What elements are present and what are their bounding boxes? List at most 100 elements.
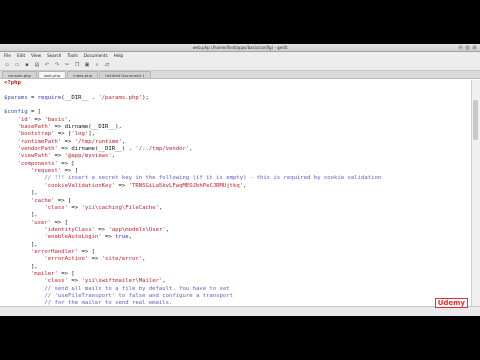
code-token: 'vendorPath' — [4, 146, 58, 153]
print-icon[interactable]: ▤ — [33, 61, 41, 69]
maximize-icon[interactable]: □ — [465, 45, 470, 50]
code-token: 'log' — [71, 131, 89, 138]
new-file-icon[interactable]: ▫ — [3, 61, 11, 69]
code-token: 'mailer' — [4, 270, 58, 277]
code-token: true — [115, 234, 129, 241]
copy-icon[interactable]: ❐ — [73, 61, 81, 69]
window-titlebar: web.php (/home/ifset/apps/basic/config) … — [0, 44, 480, 52]
code-token: 'errorAction' — [4, 256, 89, 263]
code-token: => — [51, 124, 65, 131]
code-token: => — [57, 146, 72, 153]
code-token: => — [68, 204, 82, 211]
code-token: => [ — [54, 197, 72, 204]
code-token: // 'useFileTransport' to false and confi… — [4, 292, 234, 299]
code-token: 'components' — [4, 160, 58, 167]
code-line: 'request' => [ — [0, 168, 470, 175]
code-token: , — [189, 146, 193, 153]
menu-item-edit[interactable]: Edit — [17, 52, 25, 59]
code-token: , — [162, 278, 166, 285]
code-token: => [ — [57, 270, 75, 277]
code-line: // send all mails to a file by default. … — [0, 286, 470, 293]
menu-item-view[interactable]: View — [31, 52, 41, 59]
code-line: 'cookieValidationKey' => 'TRN5GiLa5kvLFw… — [0, 183, 470, 190]
code-token: , — [142, 256, 146, 263]
code-token: 'cookieValidationKey' — [4, 182, 116, 189]
code-token: 'identityClass' — [4, 226, 95, 233]
code-token: 'yii\swiftmailer\Mailer' — [81, 278, 163, 285]
code-token: => — [101, 234, 116, 241]
minimize-icon[interactable]: – — [458, 45, 463, 50]
udemy-logo: Udemy — [434, 298, 468, 308]
code-line: 'bootstrap' => ['log'], — [0, 131, 470, 138]
code-token: => [ — [54, 131, 72, 138]
toolbar: ▫ ▭ ▪ ▤ ↶ ↷ ✂ ❐ ▣ ⌕ ⇄ — [0, 59, 480, 71]
code-token: require — [37, 94, 62, 101]
vertical-scrollbar[interactable] — [471, 80, 480, 306]
redo-icon[interactable]: ↷ — [53, 61, 61, 69]
code-token: 'basic' — [44, 116, 69, 123]
code-line: 'user' => [ — [0, 220, 470, 227]
menu-item-tools[interactable]: Tools — [67, 52, 77, 59]
code-token: 'cache' — [4, 197, 55, 204]
scrollbar-thumb[interactable] — [473, 100, 478, 140]
tab-index-php[interactable]: index.php — [67, 71, 99, 78]
code-line: 'runtimePath' => '/tmp/runtime', — [0, 139, 470, 146]
code-token: => [ — [57, 160, 75, 167]
code-line: ], — [0, 242, 470, 249]
code-token: = [ — [27, 109, 42, 116]
code-token: => — [115, 182, 129, 189]
code-line: 'basePath' => dirname(__DIR__), — [0, 124, 470, 131]
code-token: // send all mails to a file by default. … — [4, 285, 230, 292]
close-icon[interactable]: × — [472, 45, 477, 50]
window-title: web.php (/home/ifset/apps/basic/config) … — [192, 45, 288, 50]
code-token: 'basePath' — [4, 124, 52, 131]
code-token: 'user' — [4, 219, 52, 226]
code-token: 'errorHandler' — [4, 248, 79, 255]
tab-untitled-document-1[interactable]: Untitled Document 1 — [99, 71, 151, 78]
undo-icon[interactable]: ↶ — [43, 61, 51, 69]
code-token: '/../tmp/vendor' — [135, 146, 190, 153]
code-editor[interactable]: <?php $params = require(__DIR__ . '/para… — [0, 80, 470, 306]
code-token: 'viewPath' — [4, 153, 52, 160]
code-token: 'app\models\User' — [108, 226, 166, 233]
app-screen: web.php (/home/ifset/apps/basic/config) … — [0, 44, 480, 316]
code-line: 'viewPath' => '@app/myviews', — [0, 153, 470, 160]
search-icon[interactable]: ⌕ — [93, 61, 101, 69]
replace-icon[interactable]: ⇄ — [103, 61, 111, 69]
status-bar — [0, 306, 480, 316]
code-token: , — [165, 226, 170, 233]
open-file-icon[interactable]: ▭ — [13, 61, 21, 69]
code-token: , — [158, 204, 163, 211]
tab-web-php[interactable]: web.php — [37, 71, 67, 78]
code-token: dirname(__DIR__) . — [71, 146, 136, 153]
code-token: '@app/myviews' — [64, 153, 112, 160]
code-line: <?php — [0, 80, 470, 87]
code-token: '/tmp/runtime' — [74, 138, 122, 145]
code-token: , — [121, 138, 126, 145]
code-token: => — [30, 116, 45, 123]
cut-icon[interactable]: ✂ — [63, 61, 71, 69]
code-token: => — [68, 278, 82, 285]
code-line: 'cache' => [ — [0, 198, 470, 205]
code-line: 'mailer' => [ — [0, 271, 470, 278]
tab-console-php[interactable]: console.php — [2, 71, 37, 78]
code-token: , — [68, 116, 72, 123]
code-token: 'class' — [4, 204, 68, 211]
code-token: 'class' — [4, 278, 68, 285]
menu-item-documents[interactable]: Documents — [84, 52, 108, 59]
code-token: ); — [142, 94, 149, 101]
code-token: ], — [4, 241, 38, 248]
save-icon[interactable]: ▪ — [23, 61, 31, 69]
code-token: dirname(__DIR__), — [64, 124, 122, 131]
menu-item-search[interactable]: Search — [47, 52, 61, 59]
code-token: $config — [4, 109, 28, 116]
code-line: 'enableAutoLogin' => true, — [0, 234, 470, 241]
paste-icon[interactable]: ▣ — [83, 61, 91, 69]
menu-item-file[interactable]: File — [4, 52, 11, 59]
code-line: $config = [ — [0, 109, 470, 116]
document-tabs: console.php web.php index.php Untitled Docu… — [0, 71, 480, 79]
code-token: , — [128, 234, 133, 241]
menu-item-help[interactable]: Help — [114, 52, 124, 59]
